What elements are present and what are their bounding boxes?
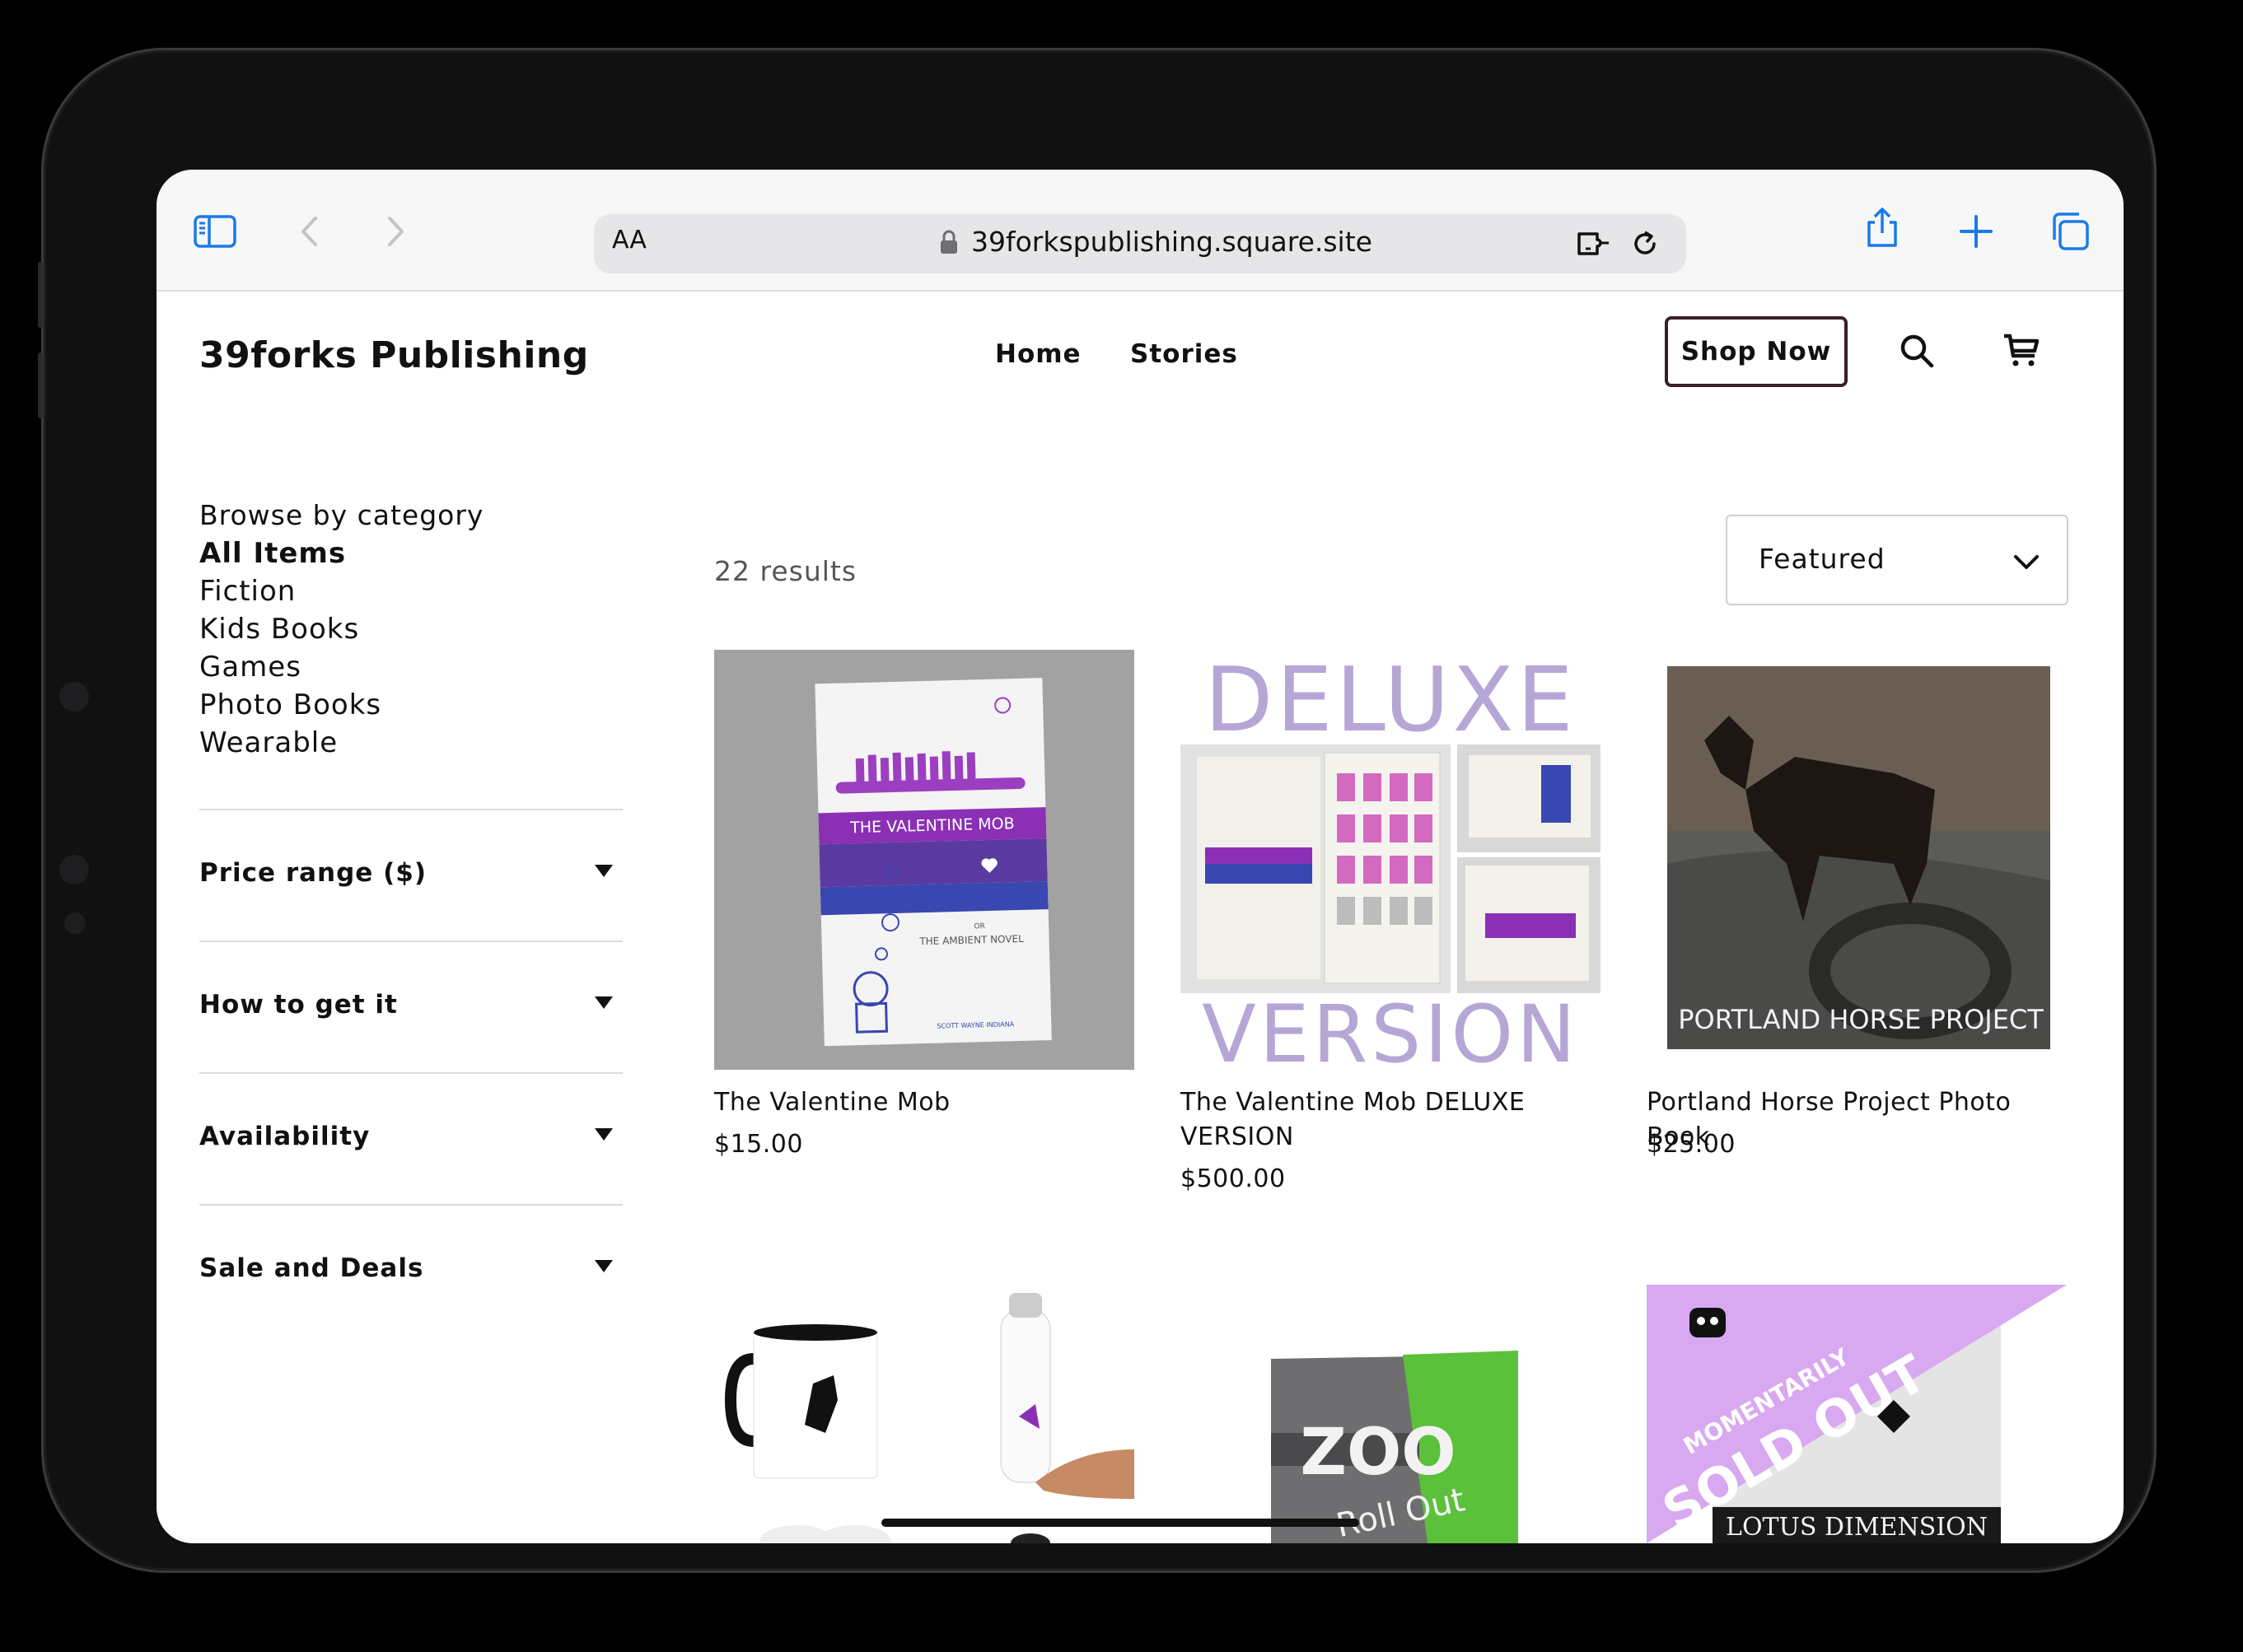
- address-bar[interactable]: AA 39forkspublishing.square.site: [594, 214, 1686, 273]
- facet-price-range[interactable]: Price range ($): [199, 858, 427, 888]
- tabs-overview-icon[interactable]: [2048, 209, 2092, 254]
- category-fiction[interactable]: Fiction: [199, 575, 296, 608]
- camera-sensor: [59, 855, 89, 884]
- divider: [199, 809, 623, 810]
- sort-value: Featured: [1759, 543, 1886, 575]
- nav-stories[interactable]: Stories: [1130, 339, 1238, 369]
- sidebar-toggle-icon[interactable]: [193, 209, 237, 254]
- cart-icon[interactable]: [2002, 331, 2041, 371]
- search-icon[interactable]: [1897, 331, 1937, 371]
- volume-button: [38, 262, 43, 328]
- caret-down-icon[interactable]: [595, 1260, 613, 1272]
- product-name[interactable]: The Valentine Mob DELUXE VERSION: [1180, 1085, 1559, 1155]
- sold-out-illustration: LOTUS DIMENSION MOMENTARILY SOLD OUT: [1647, 1285, 2067, 1543]
- home-indicator: [881, 1519, 1359, 1527]
- facet-how-to-get-it[interactable]: How to get it: [199, 990, 398, 1020]
- volume-button: [38, 352, 43, 418]
- product-name[interactable]: The Valentine Mob: [714, 1085, 1143, 1120]
- nav-home[interactable]: Home: [995, 339, 1082, 369]
- category-kids-books[interactable]: Kids Books: [199, 613, 359, 646]
- deluxe-top-text: DELUXE: [1204, 650, 1576, 752]
- product-price: $25.00: [1647, 1130, 1736, 1159]
- caret-down-icon[interactable]: [595, 865, 613, 877]
- zoo-title-text: ZOO: [1300, 1416, 1456, 1490]
- horse-photo-illustration: PORTLAND HORSE PROJECT: [1667, 666, 2050, 1049]
- category-wearable[interactable]: Wearable: [199, 726, 338, 759]
- zoo-game-illustration: ZOO Roll Out: [1271, 1351, 1518, 1543]
- book-or-text: OR: [974, 922, 985, 931]
- product-price: $500.00: [1180, 1164, 1286, 1193]
- browser-toolbar: AA 39forkspublishing.square.site: [157, 170, 2124, 292]
- caret-down-icon[interactable]: [595, 996, 613, 1009]
- category-games[interactable]: Games: [199, 651, 301, 684]
- text-size-button[interactable]: AA: [612, 226, 647, 254]
- new-tab-icon[interactable]: [1954, 209, 1998, 254]
- divider: [199, 1072, 623, 1074]
- category-all-items[interactable]: All Items: [199, 537, 346, 570]
- product-image-mug-and-bottle[interactable]: [714, 1285, 1134, 1543]
- caret-down-icon[interactable]: [595, 1128, 613, 1141]
- extensions-icon[interactable]: [1576, 227, 1612, 260]
- divider: [199, 1204, 623, 1206]
- back-icon[interactable]: [288, 209, 333, 254]
- divider: [199, 940, 623, 942]
- product-image-portland-horse[interactable]: PORTLAND HORSE PROJECT: [1647, 650, 2067, 1070]
- camera-sensor: [64, 912, 86, 934]
- deluxe-bottom-text: VERSION: [1202, 988, 1579, 1070]
- browse-by-category-heading: Browse by category: [199, 499, 484, 531]
- product-image-valentine-mob[interactable]: THE VALENTINE MOB OR THE AMBIENT NOVEL S…: [714, 650, 1134, 1070]
- reload-icon[interactable]: [1629, 227, 1661, 260]
- deluxe-illustration: DELUXE VERSION: [1180, 650, 1600, 1070]
- mug-bottle-illustration: [724, 1293, 1134, 1543]
- book-cover-illustration: THE VALENTINE MOB OR THE AMBIENT NOVEL S…: [714, 650, 1134, 1070]
- site-brand[interactable]: 39forks Publishing: [199, 334, 589, 376]
- horse-caption-text: PORTLAND HORSE PROJECT: [1678, 1004, 2044, 1035]
- shop-now-button[interactable]: Shop Now: [1665, 316, 1848, 387]
- facet-availability[interactable]: Availability: [199, 1122, 370, 1151]
- lotus-text: LOTUS DIMENSION: [1726, 1513, 1988, 1542]
- product-image-valentine-mob-deluxe[interactable]: DELUXE VERSION: [1180, 650, 1600, 1070]
- product-price: $15.00: [714, 1130, 803, 1159]
- forward-icon[interactable]: [372, 209, 417, 254]
- ipad-frame: AA 39forkspublishing.square.site 39forks…: [38, 48, 2157, 1573]
- product-image-lotus-dimension[interactable]: LOTUS DIMENSION MOMENTARILY SOLD OUT: [1647, 1285, 2067, 1543]
- results-count: 22 results: [714, 555, 857, 587]
- chevron-down-icon: [2014, 555, 2039, 569]
- share-icon[interactable]: [1860, 206, 1904, 250]
- url-text[interactable]: 39forkspublishing.square.site: [971, 226, 1372, 258]
- screen: AA 39forkspublishing.square.site 39forks…: [157, 170, 2124, 1543]
- sort-select[interactable]: Featured: [1726, 515, 2068, 605]
- camera-sensor: [59, 682, 89, 712]
- lock-icon: [941, 230, 957, 254]
- category-photo-books[interactable]: Photo Books: [199, 688, 381, 721]
- product-image-zoo-roll-out[interactable]: ZOO Roll Out: [1180, 1285, 1600, 1543]
- facet-sale-and-deals[interactable]: Sale and Deals: [199, 1253, 423, 1283]
